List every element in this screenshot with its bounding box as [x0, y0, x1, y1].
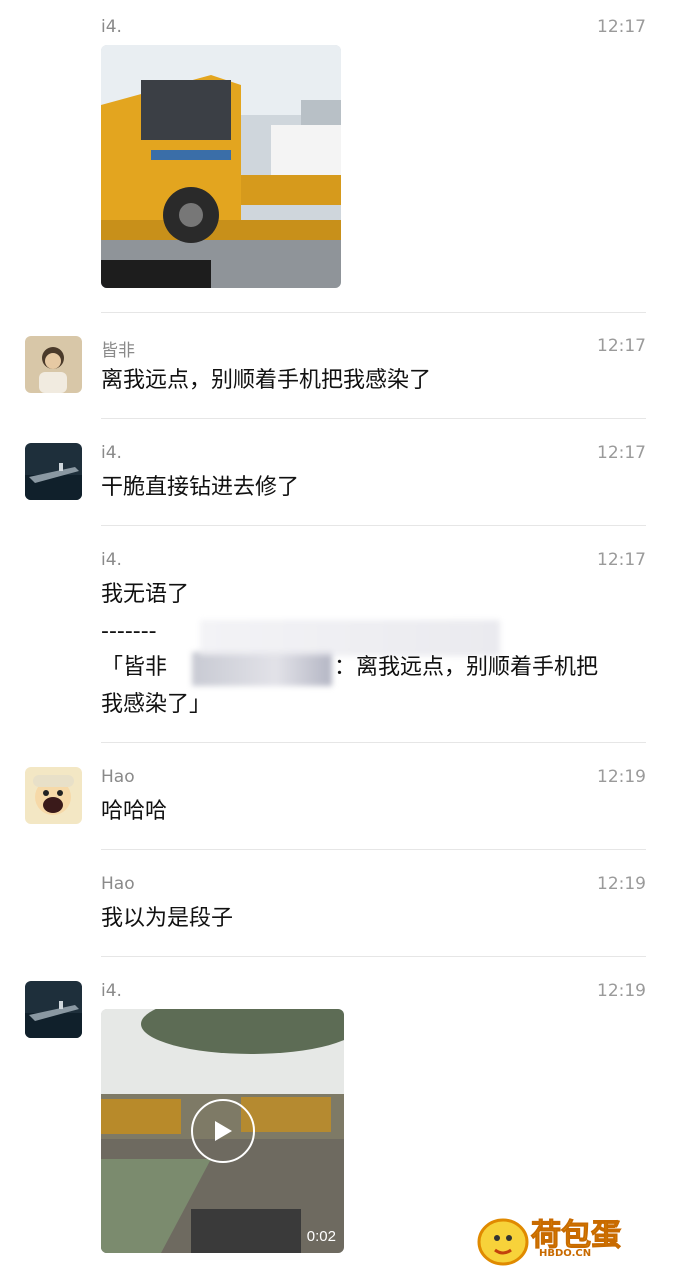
aircraft-carrier-avatar-icon[interactable]: [25, 443, 82, 500]
play-icon[interactable]: [191, 1099, 255, 1163]
video-attachment[interactable]: 0:02: [101, 1009, 344, 1253]
sender-name: i4.: [101, 550, 122, 570]
egg-mascot-icon: [477, 1218, 529, 1266]
message-divider: [101, 742, 646, 743]
message-text: 我以为是段子: [101, 906, 234, 931]
quote-text: ：离我远点，别顺着手机把: [334, 655, 599, 680]
sender-name: i4.: [101, 981, 122, 1001]
watermark-logo: 荷包蛋 HBDO.CN: [473, 1208, 663, 1268]
person-avatar-icon[interactable]: [25, 336, 82, 393]
message-text: 离我远点，别顺着手机把我感染了: [101, 368, 432, 393]
message-divider: [101, 418, 646, 419]
sender-name: Hao: [101, 874, 135, 894]
message-divider: [101, 312, 646, 313]
message-time: 12:19: [597, 874, 646, 894]
quote-text-continued: 我感染了」: [101, 692, 212, 717]
image-attachment[interactable]: [101, 45, 341, 288]
message-time: 12:17: [597, 17, 646, 37]
message-time: 12:17: [597, 336, 646, 356]
message-divider: [101, 956, 646, 957]
message-text: 我无语了: [101, 582, 190, 607]
quote-prefix: 「皆非: [101, 655, 168, 680]
sender-name: Hao: [101, 767, 135, 787]
watermark-subtitle: HBDO.CN: [539, 1248, 592, 1259]
aircraft-carrier-avatar-icon[interactable]: [25, 981, 82, 1038]
truck-photo: [101, 45, 341, 288]
message-time: 12:19: [597, 981, 646, 1001]
sender-name: i4.: [101, 443, 122, 463]
message-text: 哈哈哈: [101, 799, 168, 824]
sender-name: i4.: [101, 17, 122, 37]
message-time: 12:17: [597, 550, 646, 570]
message-divider: [101, 525, 646, 526]
message-divider: [101, 849, 646, 850]
video-duration: 0:02: [306, 1228, 336, 1245]
anime-avatar-icon[interactable]: [25, 767, 82, 824]
message-time: 12:17: [597, 443, 646, 463]
message-text: 干脆直接钻进去修了: [101, 475, 300, 500]
sender-name: 皆非: [101, 341, 135, 361]
message-time: 12:19: [597, 767, 646, 787]
redacted-name: [192, 652, 332, 686]
